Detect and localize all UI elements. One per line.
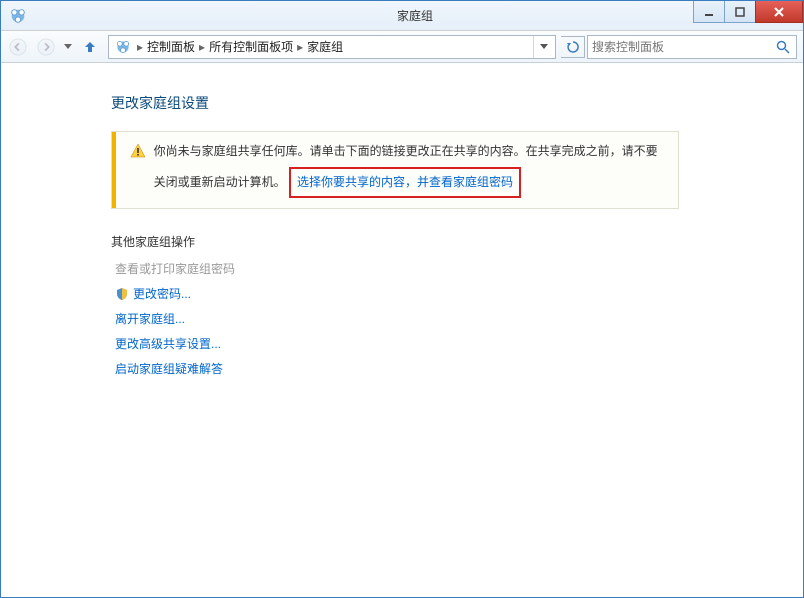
chevron-right-icon[interactable]: ▸ [197, 40, 207, 54]
titlebar: 家庭组 [1, 1, 803, 31]
breadcrumb-leaf[interactable]: 家庭组 [305, 38, 345, 55]
navbar: ▸ 控制面板 ▸ 所有控制面板项 ▸ 家庭组 [1, 31, 803, 63]
leave-homegroup-link[interactable]: 离开家庭组... [115, 310, 773, 327]
back-button[interactable] [5, 34, 31, 60]
link-list: 查看或打印家庭组密码 更改密码... 离开家庭组... 更改高级共享设置... … [115, 260, 773, 377]
share-content-link[interactable]: 选择你要共享的内容，并查看家庭组密码 [297, 175, 513, 189]
chevron-right-icon[interactable]: ▸ [295, 40, 305, 54]
search-icon [776, 40, 790, 54]
forward-button[interactable] [33, 34, 59, 60]
warning-icon [130, 143, 146, 159]
notice-text-block: 你尚未与家庭组共享任何库。请单击下面的链接更改正在共享的内容。在共享完成之前，请… [154, 142, 664, 198]
address-dropdown[interactable] [533, 36, 553, 58]
maximize-button[interactable] [724, 1, 756, 23]
address-bar[interactable]: ▸ 控制面板 ▸ 所有控制面板项 ▸ 家庭组 [108, 35, 556, 59]
breadcrumb-root[interactable]: 控制面板 [145, 38, 197, 55]
highlighted-link-box: 选择你要共享的内容，并查看家庭组密码 [289, 167, 521, 198]
other-actions-title: 其他家庭组操作 [111, 233, 773, 250]
view-print-password-link: 查看或打印家庭组密码 [115, 260, 773, 277]
troubleshoot-link[interactable]: 启动家庭组疑难解答 [115, 360, 773, 377]
homegroup-icon [9, 7, 27, 25]
search-box[interactable] [587, 35, 797, 59]
refresh-button[interactable] [561, 36, 585, 58]
window-title: 家庭组 [27, 7, 803, 24]
breadcrumb-mid[interactable]: 所有控制面板项 [207, 38, 295, 55]
minimize-button[interactable] [693, 1, 725, 23]
search-input[interactable] [592, 40, 792, 54]
history-dropdown[interactable] [61, 35, 75, 59]
page-title: 更改家庭组设置 [111, 93, 773, 113]
breadcrumb: ▸ 控制面板 ▸ 所有控制面板项 ▸ 家庭组 [135, 38, 345, 55]
notice-box: 你尚未与家庭组共享任何库。请单击下面的链接更改正在共享的内容。在共享完成之前，请… [111, 131, 679, 209]
change-password-link[interactable]: 更改密码... [115, 285, 773, 302]
window-controls [694, 1, 803, 23]
up-button[interactable] [79, 36, 101, 58]
content: 更改家庭组设置 你尚未与家庭组共享任何库。请单击下面的链接更改正在共享的内容。在… [1, 63, 803, 377]
shield-icon [115, 287, 129, 301]
close-button[interactable] [755, 1, 803, 23]
advanced-sharing-link[interactable]: 更改高级共享设置... [115, 335, 773, 352]
homegroup-icon [115, 39, 131, 55]
chevron-right-icon[interactable]: ▸ [135, 40, 145, 54]
